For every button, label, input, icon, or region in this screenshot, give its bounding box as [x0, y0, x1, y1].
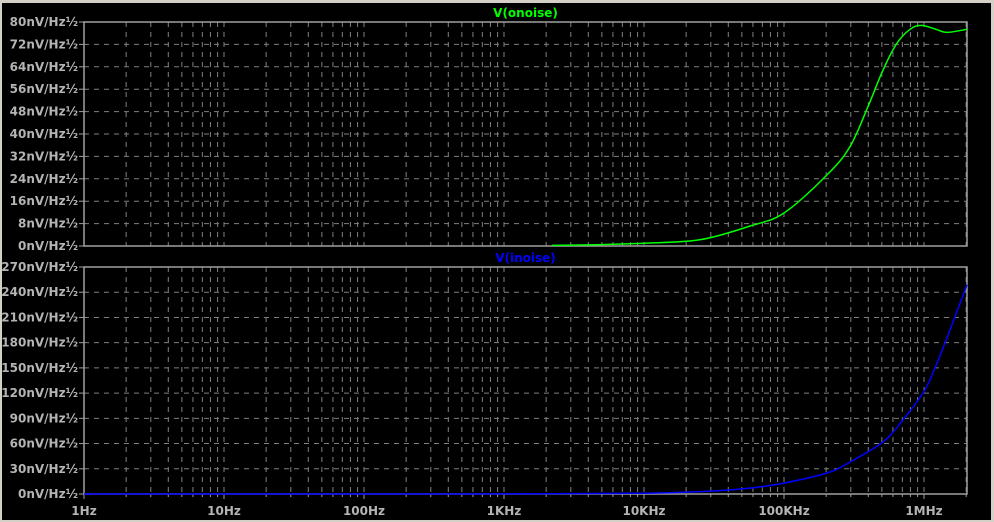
y-tick-label: 120nV/Hz½ [2, 386, 78, 400]
waveform-viewer[interactable]: 0nV/Hz½ 8nV/Hz½ 16nV/Hz½ 24nV/Hz½ 32nV/Hz½ 40… [2, 3, 991, 520]
y-tick-label: 240nV/Hz½ [2, 285, 78, 299]
x-tick-label: 1MHz [905, 504, 942, 518]
y-tick-label: 48nV/Hz½ [10, 105, 78, 119]
y-tick-label: 0nV/Hz½ [18, 487, 78, 501]
y-tick-label: 30nV/Hz½ [10, 462, 78, 476]
trace-title: V(inoise) [495, 251, 556, 265]
y-tick-label: 80nV/Hz½ [10, 15, 78, 29]
noise-chart[interactable]: 0nV/Hz½ 8nV/Hz½ 16nV/Hz½ 24nV/Hz½ 32nV/Hz½ 40… [2, 3, 991, 520]
y-tick-label: 0nV/Hz½ [18, 239, 78, 253]
x-tick-label: 1Hz [71, 504, 96, 518]
x-tick-label: 1KHz [487, 504, 522, 518]
y-tick-label: 8nV/Hz½ [18, 217, 78, 231]
y-tick-label: 150nV/Hz½ [2, 361, 78, 375]
y-tick-label: 180nV/Hz½ [2, 336, 78, 350]
pane-1: 0nV/Hz½ 8nV/Hz½ 16nV/Hz½ 24nV/Hz½ 32nV/Hz½ 40… [10, 6, 968, 253]
plot-window: 0nV/Hz½ 8nV/Hz½ 16nV/Hz½ 24nV/Hz½ 32nV/Hz½ 40… [0, 0, 994, 522]
x-tick-label: 100KHz [758, 504, 809, 518]
y-tick-label: 60nV/Hz½ [10, 437, 78, 451]
y-tick-label: 64nV/Hz½ [10, 60, 78, 74]
trace-vonoise [551, 24, 968, 247]
pane-2: 0nV/Hz½ 30nV/Hz½ 60nV/Hz½ 90nV/Hz½ 120nV/Hz½… [2, 251, 968, 518]
trace-vinoise [83, 284, 968, 495]
y-tick-label: 90nV/Hz½ [10, 411, 78, 425]
x-tick-label: 100Hz [343, 504, 385, 518]
x-tick-label: 10KHz [622, 504, 665, 518]
y-tick-label: 24nV/Hz½ [10, 172, 78, 186]
x-tick-label: 10Hz [207, 504, 241, 518]
y-tick-label: 72nV/Hz½ [10, 37, 78, 51]
y-tick-label: 40nV/Hz½ [10, 127, 78, 141]
y-tick-label: 32nV/Hz½ [10, 149, 78, 163]
y-tick-label: 16nV/Hz½ [10, 194, 78, 208]
y-tick-label: 56nV/Hz½ [10, 82, 78, 96]
plot-frame [83, 266, 968, 495]
y-tick-label: 270nV/Hz½ [2, 260, 78, 274]
trace-title: V(onoise) [493, 6, 558, 20]
y-tick-label: 210nV/Hz½ [2, 310, 78, 324]
